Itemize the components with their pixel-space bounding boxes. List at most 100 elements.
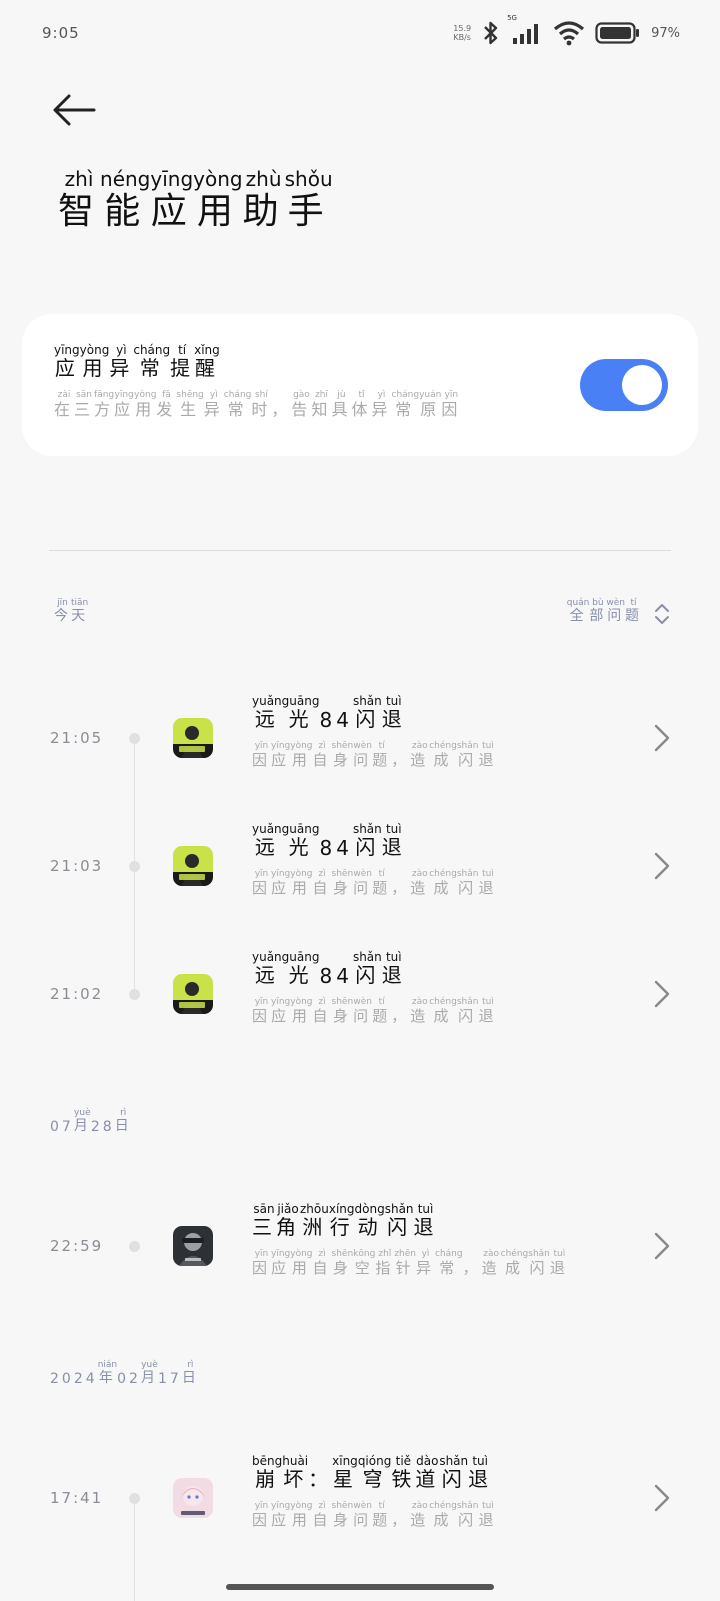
ruby-char: 常cháng [435, 1249, 463, 1277]
pinyin: tí [170, 343, 195, 357]
crash-entry[interactable]: 21:05 远yuǎn 光guāng 8 4 闪shǎn 退tuì 因yīn 应yīng 用y… [0, 683, 720, 793]
ruby-char: 空kōng [353, 1249, 376, 1277]
ruby-char: 因yīn [252, 869, 272, 897]
pinyin: shǎn [456, 741, 479, 751]
cellular-signal-icon [513, 24, 539, 44]
pinyin: zào [410, 869, 430, 879]
crash-entry[interactable]: 17:41 崩bēng 坏huài： 星xīng 穹qióng 铁tiě 道dào 闪shǎ… [0, 1443, 720, 1553]
pinyin: tuì [468, 1454, 493, 1468]
issue-filter-dropdown[interactable]: 全quán 部bù 问wèn 题tí [567, 598, 670, 625]
ruby-char: 成chéng [429, 997, 457, 1025]
pinyin: tí [625, 598, 642, 608]
ruby-char: 应yīng [114, 390, 135, 419]
pinyin: tǐ [351, 390, 372, 400]
ruby-char: 常cháng [223, 390, 252, 419]
ruby-char: 造zào [410, 741, 430, 769]
ruby-char: 闪shǎn [456, 741, 479, 769]
pinyin: zào [481, 1249, 501, 1259]
pinyin: yòng [290, 1249, 313, 1259]
pinyin: xīng [332, 1454, 358, 1468]
pinyin: shēn [331, 997, 354, 1007]
pinyin: yīn [252, 869, 271, 879]
pinyin: zhōu [300, 1202, 329, 1216]
back-button[interactable] [50, 90, 98, 130]
crash-entry[interactable]: 21:02 远yuǎn 光guāng 8 4 闪shǎn 退tuì 因yīn 应yīng 用y… [0, 939, 720, 1049]
ruby-char: 4 [336, 826, 353, 860]
timeline-dot [129, 1241, 140, 1252]
ruby-char: 7 [170, 1362, 182, 1387]
ruby-char: 造zào [410, 997, 430, 1025]
pinyin: yīng [271, 1501, 291, 1511]
exception-reminder-toggle[interactable] [580, 359, 668, 411]
entry-description: 因yīn 应yīng 用yòng 自zì 身shēn 问wèn 题tí， 造zào 成chén… [252, 741, 497, 770]
ruby-char: 退tuì [468, 1454, 493, 1491]
ruby-char: 退tuì [549, 1249, 569, 1277]
pinyin: chéng [429, 869, 457, 879]
pinyin: shǎn [352, 822, 382, 836]
ruby-char: 题tí [372, 1501, 392, 1529]
home-indicator[interactable] [226, 1584, 494, 1590]
pinyin: yīng [271, 869, 291, 879]
ruby-char: 4 [336, 698, 353, 732]
ruby-char: 常cháng [391, 390, 420, 419]
ruby-char: 远yuǎn [252, 694, 282, 731]
ruby-char: 智zhì [58, 167, 101, 232]
entry-time: 21:03 [50, 857, 104, 875]
pinyin: tuì [381, 950, 406, 964]
pinyin: yīn [252, 997, 271, 1007]
ruby-char: 发fā [156, 390, 177, 419]
net-speed: 15.9 KB/s [453, 24, 471, 42]
pinyin: zì [312, 1249, 332, 1259]
pinyin: shēn [331, 869, 354, 879]
ruby-char: 星xīng [332, 1454, 358, 1491]
ruby-char: 自zì [312, 997, 332, 1025]
ruby-char: 造zào [410, 869, 430, 897]
ruby-char: 退tuì [478, 741, 498, 769]
ruby-char: 应yīng [150, 167, 194, 232]
ruby-char: 1 [158, 1362, 170, 1387]
pinyin: shǎn [528, 1249, 550, 1259]
ruby-char: 时shí [251, 390, 272, 419]
ruby-char: 退tuì [381, 950, 406, 987]
ruby-char: ， [391, 869, 410, 898]
pinyin: yuǎn [252, 822, 282, 836]
wifi-icon [554, 21, 585, 46]
ruby-char: 异yì [416, 1249, 436, 1277]
ruby-char: ， [271, 390, 291, 420]
timeline-dot [129, 861, 140, 872]
crash-entry[interactable]: 22:59 三sān 角jiǎo 洲zhōu 行xíng 动dòng 闪shǎn 退tuì 因y… [0, 1191, 720, 1301]
pinyin [308, 1454, 332, 1468]
pinyin: yuǎn [252, 950, 282, 964]
pinyin: gào [291, 390, 312, 400]
ruby-char: 用yòng [290, 869, 313, 897]
ruby-char: 角jiǎo [276, 1202, 300, 1239]
pinyin: fā [156, 390, 177, 400]
pinyin [319, 825, 336, 839]
ruby-char: 应yīng [271, 741, 291, 769]
pinyin: néng [100, 167, 151, 191]
pinyin [391, 1501, 410, 1511]
ruby-char: 8 [319, 826, 336, 860]
ruby-char: 日rì [181, 1360, 199, 1386]
crash-entry[interactable]: 21:03 远yuǎn 光guāng 8 4 闪shǎn 退tuì 因yīn 应yīng 用y… [0, 811, 720, 921]
pinyin: yuán [419, 390, 442, 400]
ruby-char: 成chéng [429, 1501, 457, 1529]
ruby-char: 三sān [252, 1202, 276, 1239]
pinyin: yuè [73, 1108, 91, 1118]
pinyin: bù [589, 598, 607, 608]
battery-icon [595, 22, 640, 44]
ruby-char: 退tuì [478, 997, 498, 1025]
ruby-char: 知zhī [311, 390, 332, 419]
entry-time: 22:59 [50, 1237, 104, 1255]
ruby-char: 行xíng [328, 1202, 355, 1239]
ruby-char: 洲zhōu [300, 1202, 329, 1239]
divider [49, 550, 671, 551]
pinyin: zì [312, 997, 332, 1007]
pinyin: yì [416, 1249, 436, 1259]
ruby-char: 针zhēn [394, 1249, 416, 1277]
ruby-char: 因yīn [252, 997, 272, 1025]
ruby-char: 造zào [410, 1501, 430, 1529]
pinyin: shēn [331, 1501, 354, 1511]
ruby-char: 道dào [415, 1454, 440, 1491]
ruby-char: 年nián [97, 1360, 118, 1386]
